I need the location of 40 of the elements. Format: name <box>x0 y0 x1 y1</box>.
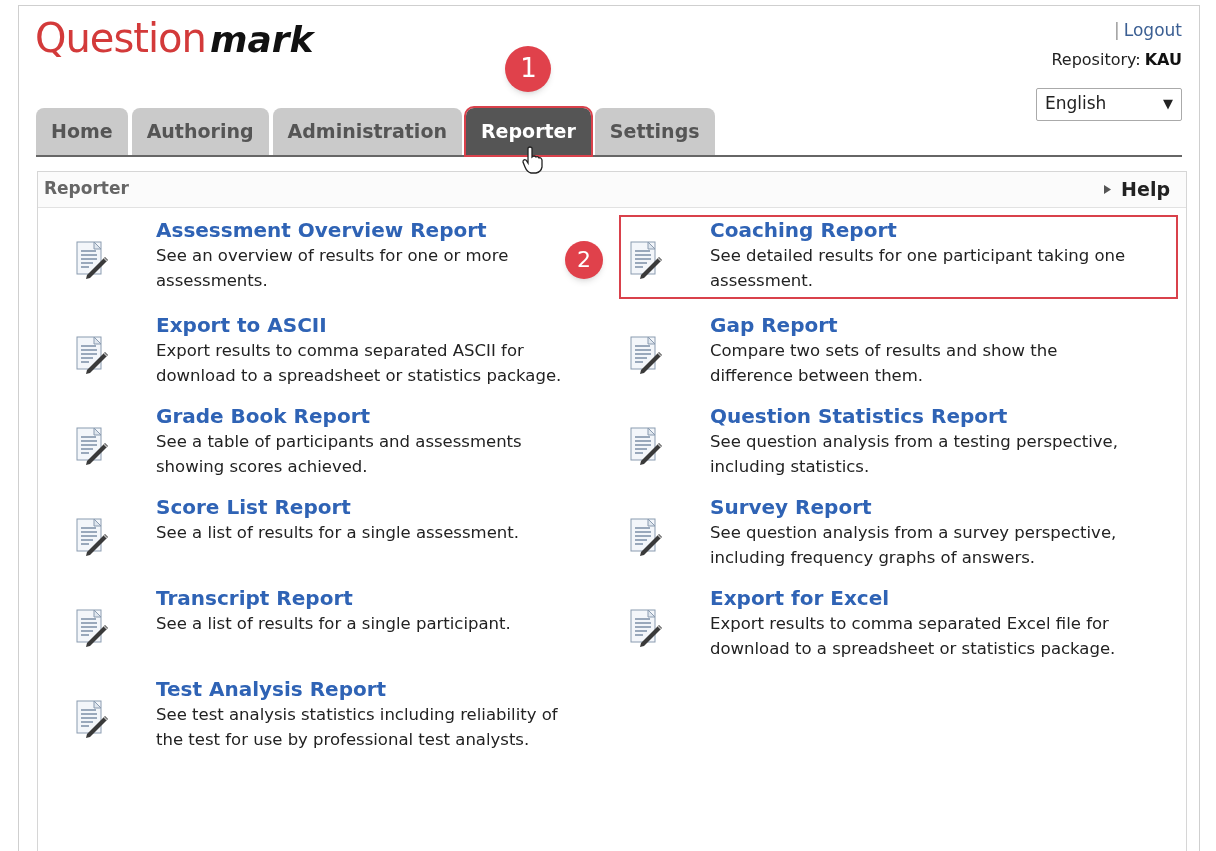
report-link[interactable]: Grade Book Report <box>156 402 371 429</box>
report-link[interactable]: Test Analysis Report <box>156 675 387 702</box>
report-link[interactable]: Transcript Report <box>156 584 353 611</box>
report-link[interactable]: Score List Report <box>156 493 351 520</box>
report-description: See detailed results for one participant taking one assessment. <box>710 244 1127 292</box>
report-description: See question analysis from a testing perspective, including statistics. <box>710 430 1119 478</box>
logo-text: mark <box>209 18 314 62</box>
report-description: Export results to comma separated Excel file for download to a spreadsheet or statistics package. <box>710 612 1117 660</box>
report-link[interactable]: Gap Report <box>710 311 838 338</box>
report-link[interactable]: Question Statistics Report <box>710 402 1008 429</box>
help-link[interactable]: Help <box>1121 174 1170 204</box>
report-description: See a list of results for a single participant. <box>156 612 511 635</box>
tab[interactable]: Reporter <box>465 107 591 155</box>
report-link[interactable]: Coaching Report <box>710 216 897 243</box>
panel-title: Reporter <box>44 177 129 201</box>
report-description: See a list of results for a single assessment. <box>156 521 519 544</box>
report-link[interactable]: Export to ASCII <box>156 311 327 338</box>
tab[interactable]: Administration <box>272 107 462 155</box>
step-badge: 1 <box>505 45 552 92</box>
report-description: Export results to comma separated ASCII for download to a spreadsheet or statistics package. <box>156 339 563 387</box>
report-link[interactable]: Export for Excel <box>710 584 890 611</box>
report-description: See test analysis statistics including reliability of the test for use by professional test analysts. <box>156 703 559 751</box>
step-badge: 2 <box>565 240 603 279</box>
report-description: See question analysis from a survey perspective, including frequency graphs of answers. <box>710 521 1118 569</box>
separator: | <box>1114 19 1120 42</box>
language-select[interactable]: English ▼ <box>1036 87 1182 121</box>
repository-label: Repository: <box>1051 48 1141 71</box>
repository-name: KAU <box>1144 48 1182 71</box>
logout-link[interactable]: Logout <box>1123 18 1182 44</box>
triangle-icon <box>1104 184 1112 194</box>
report-description: Compare two sets of results and show the difference between them. <box>710 339 1059 387</box>
tab[interactable]: Home <box>36 107 128 155</box>
report-description: See a table of participants and assessments showing scores achieved. <box>156 430 523 478</box>
report-description: See an overview of results for one or more assessments. <box>156 244 510 292</box>
report-link[interactable]: Assessment Overview Report <box>156 216 487 243</box>
dropdown-arrow: ▼ <box>1163 95 1173 114</box>
report-link[interactable]: Survey Report <box>710 493 872 520</box>
tab[interactable]: Settings <box>594 107 715 155</box>
logo-text: Question <box>35 14 206 62</box>
tab[interactable]: Authoring <box>131 107 269 155</box>
